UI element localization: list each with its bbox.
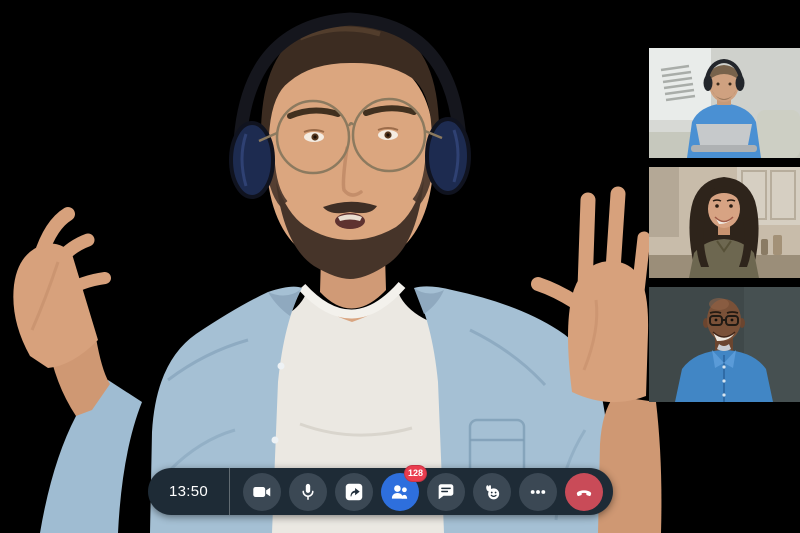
participant-thumbnail-3[interactable] <box>649 287 800 402</box>
call-timer: 13:50 <box>148 483 229 500</box>
share-arrow-icon <box>343 481 365 503</box>
participant-video-3 <box>649 287 800 402</box>
participants-button[interactable]: 128 <box>381 473 419 511</box>
participant-thumbnail-1[interactable] <box>649 48 800 158</box>
phone-hangup-icon <box>573 481 595 503</box>
chat-button[interactable] <box>427 473 465 511</box>
toolbar-buttons: 128 <box>230 473 608 511</box>
participants-icon <box>389 481 411 503</box>
microphone-icon <box>297 481 319 503</box>
participant-thumbnail-2[interactable] <box>649 167 800 278</box>
call-toolbar: 13:50 <box>148 468 613 515</box>
participant-video-2 <box>649 167 800 278</box>
camera-button[interactable] <box>243 473 281 511</box>
chat-bubble-icon <box>435 481 457 503</box>
more-options-button[interactable] <box>519 473 557 511</box>
video-call-window: 13:50 <box>0 0 800 533</box>
microphone-button[interactable] <box>289 473 327 511</box>
raised-hand-smiley-icon <box>481 481 503 503</box>
reactions-button[interactable] <box>473 473 511 511</box>
participant-video-1 <box>649 48 800 158</box>
participant-sidebar <box>649 48 800 402</box>
end-call-button[interactable] <box>565 473 603 511</box>
ellipsis-icon <box>527 481 549 503</box>
video-camera-icon <box>251 481 273 503</box>
share-screen-button[interactable] <box>335 473 373 511</box>
participant-count-badge: 128 <box>404 465 427 482</box>
